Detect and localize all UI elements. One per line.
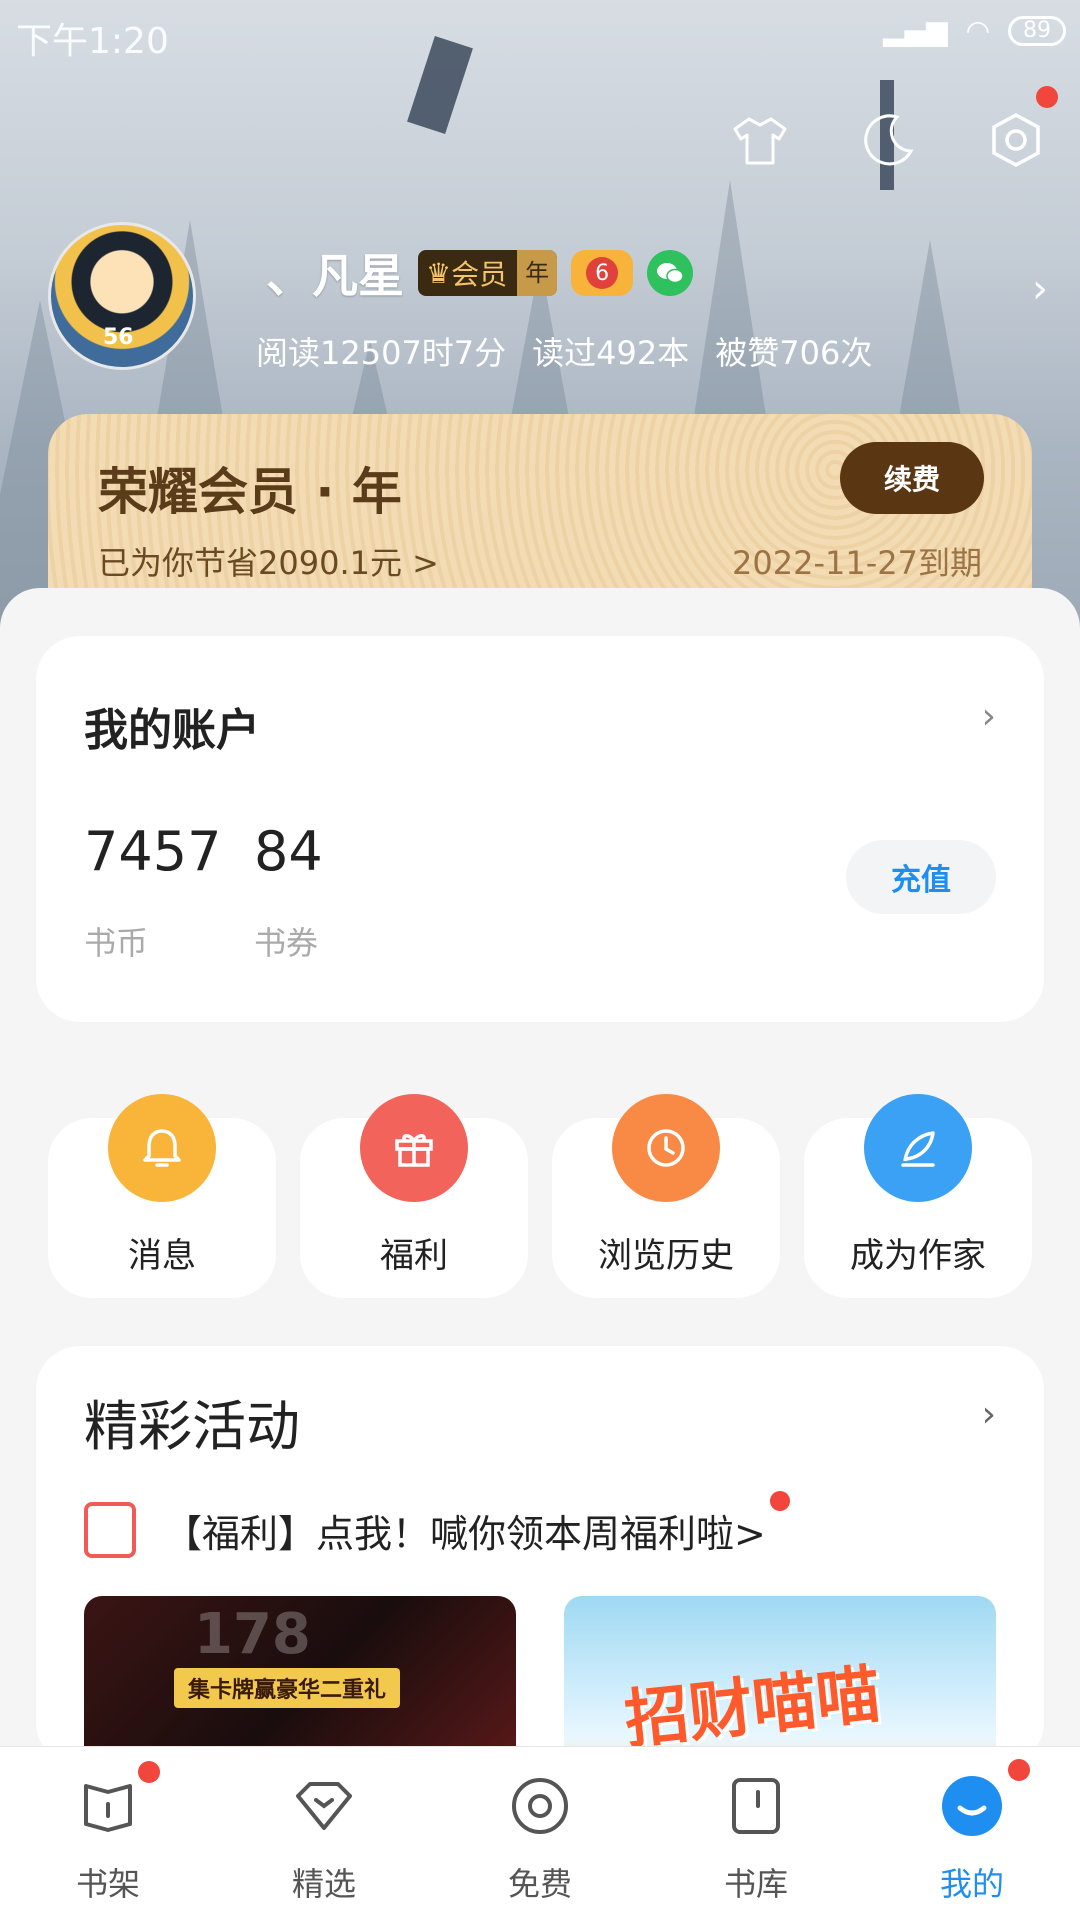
coupons-label: 书券 <box>254 924 319 962</box>
tab-library[interactable]: 书库 <box>648 1747 864 1920</box>
user-name: 、凡星 <box>266 249 404 303</box>
shortcut-label: 福利 <box>380 1236 448 1276</box>
library-icon <box>723 1773 789 1839</box>
promo-text: 【福利】点我！喊你领本周福利啦> <box>164 1490 790 1558</box>
red-envelope-icon <box>84 1502 136 1558</box>
account-card[interactable]: 我的账户 › 7457 书币 84 书券 充值 <box>36 636 1044 1022</box>
vip-badge[interactable]: ♛ 会员 年 <box>418 250 558 296</box>
vip-title: 荣耀会员 · 年 <box>98 463 402 521</box>
avatar-number: 56 <box>103 325 134 350</box>
status-icons: ▂▄▆ ◠ 89 <box>883 14 1066 47</box>
activities-card: 精彩活动 › 【福利】点我！喊你领本周福利啦> 178 集卡牌赢豪华二重礼 招财… <box>36 1346 1044 1766</box>
promo-text-label: 【福利】点我！喊你领本周福利啦> <box>164 1511 766 1556</box>
read-time: 阅读12507时7分 <box>256 334 507 372</box>
shortcut-label: 浏览历史 <box>598 1236 734 1276</box>
renew-button[interactable]: 续费 <box>840 442 984 514</box>
vip-expire-date: 2022-11-27到期 <box>732 544 982 582</box>
likes-count: 被赞706次 <box>715 334 873 372</box>
shortcut-messages[interactable]: 消息 <box>48 1094 276 1298</box>
chevron-right-icon: › <box>981 696 996 737</box>
tab-label: 精选 <box>291 1865 356 1903</box>
tab-free[interactable]: 免费 <box>432 1747 648 1920</box>
recharge-button[interactable]: 充值 <box>846 840 996 914</box>
user-profile[interactable]: 56 、凡星 ♛ 会员 年 6 阅读12507时7分 读过492本 被赞706次… <box>48 220 1048 380</box>
night-mode-button[interactable] <box>824 100 952 180</box>
notification-dot <box>1036 86 1058 108</box>
avatar[interactable]: 56 <box>48 222 196 370</box>
tab-featured[interactable]: 精选 <box>216 1747 432 1920</box>
header-actions <box>696 86 1080 180</box>
battery-indicator: 89 <box>1008 15 1066 46</box>
featured-icon <box>291 1773 357 1839</box>
crown-icon: ♛ <box>426 256 452 290</box>
tab-label: 我的 <box>939 1865 1004 1903</box>
wechat-bubbles-icon <box>657 263 684 284</box>
signal-icon: ▂▄▆ <box>882 14 948 47</box>
shortcut-label: 成为作家 <box>850 1236 986 1276</box>
tab-label: 书库 <box>723 1865 788 1903</box>
wechat-icon[interactable] <box>647 250 694 296</box>
shortcut-welfare[interactable]: 福利 <box>300 1094 528 1298</box>
vip-badge-label: 会员 <box>451 258 508 291</box>
free-icon <box>507 1773 573 1839</box>
me-icon <box>939 1773 1005 1839</box>
notification-dot <box>769 1490 790 1511</box>
coins-value[interactable]: 7457 <box>84 820 221 883</box>
tab-label: 免费 <box>507 1865 572 1903</box>
books-read: 读过492本 <box>532 334 690 372</box>
quill-icon <box>864 1094 972 1202</box>
tab-bookshelf[interactable]: 书架 <box>0 1747 216 1920</box>
account-title: 我的账户 <box>84 705 260 756</box>
level-number: 6 <box>586 257 619 289</box>
bell-icon <box>108 1094 216 1202</box>
vip-card[interactable]: 荣耀会员 · 年 已为你节省2090.1元 > 2022-11-27到期 续费 <box>48 414 1032 600</box>
chevron-right-icon[interactable]: › <box>982 1394 996 1435</box>
tab-label: 书架 <box>75 1865 140 1903</box>
shortcut-history[interactable]: 浏览历史 <box>552 1094 780 1298</box>
status-time: 下午1:20 <box>16 21 169 62</box>
reading-stats: 阅读12507时7分 读过492本 被赞706次 <box>256 328 872 374</box>
notification-dot <box>1008 1759 1030 1781</box>
tab-me[interactable]: 我的 <box>864 1747 1080 1920</box>
bottom-tab-bar: 书架 精选 免费 书库 我的 <box>0 1746 1080 1920</box>
level-badge[interactable]: 6 <box>571 250 634 296</box>
activity-banner-cards[interactable]: 178 集卡牌赢豪华二重礼 <box>84 1596 516 1766</box>
gift-icon <box>360 1094 468 1202</box>
vip-savings[interactable]: 已为你节省2090.1元 > <box>98 538 439 584</box>
clock-icon <box>612 1094 720 1202</box>
banner-title: 招财喵喵 <box>621 1657 884 1759</box>
chevron-right-icon: › <box>1032 266 1048 312</box>
welfare-promo[interactable]: 【福利】点我！喊你领本周福利啦> <box>84 1490 790 1558</box>
banner-tag: 集卡牌赢豪华二重礼 <box>174 1668 401 1708</box>
shortcut-label: 消息 <box>128 1236 196 1276</box>
coupons-value[interactable]: 84 <box>254 820 323 883</box>
vip-badge-year: 年 <box>517 250 558 296</box>
moon-icon <box>864 114 914 166</box>
banner-number: 178 <box>194 1602 311 1667</box>
name-row: 、凡星 ♛ 会员 年 6 <box>266 240 694 306</box>
shirt-icon <box>733 117 787 165</box>
status-bar: 下午1:20 ▂▄▆ ◠ 89 <box>0 0 1080 66</box>
settings-icon <box>992 113 1040 167</box>
shortcut-become-author[interactable]: 成为作家 <box>804 1094 1032 1298</box>
activities-title: 精彩活动 <box>84 1395 300 1458</box>
notification-dot <box>138 1761 160 1783</box>
theme-shirt-button[interactable] <box>696 100 824 180</box>
wifi-icon: ◠ <box>965 14 990 47</box>
settings-button[interactable] <box>952 86 1080 180</box>
coins-label: 书币 <box>84 924 149 962</box>
bookshelf-icon <box>75 1773 141 1839</box>
activity-banner-cat[interactable]: 招财喵喵 <box>564 1596 996 1766</box>
